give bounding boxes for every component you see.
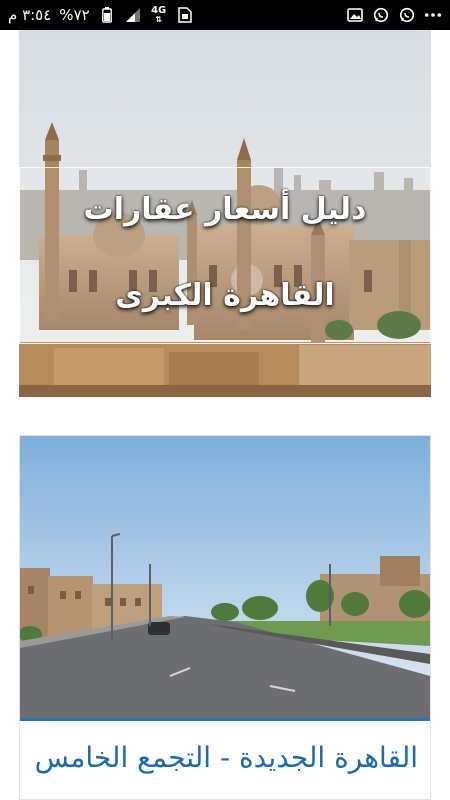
featured-headline-line2[interactable]: القاهرة الكبرى — [20, 278, 430, 313]
featured-article-card[interactable]: دليل أسعار عقارات القاهرة الكبرى — [19, 30, 431, 397]
photo-icon — [346, 6, 364, 24]
article-feed[interactable]: دليل أسعار عقارات القاهرة الكبرى القاهرة… — [0, 30, 450, 800]
featured-headline-line1[interactable]: دليل أسعار عقارات — [20, 192, 430, 227]
article-card[interactable]: القاهرة الجديدة - التجمع الخامس — [19, 435, 431, 800]
article-image-container[interactable] — [20, 436, 430, 718]
whatsapp-icon — [398, 6, 416, 24]
article-image — [20, 436, 430, 718]
battery-icon — [98, 6, 116, 24]
clock-time: ٣:٥٤ م — [8, 6, 52, 24]
status-bar: ٣:٥٤ م %٧٢ 4G ⇅ — [0, 0, 450, 30]
status-bar-right-group — [346, 0, 442, 30]
more-dots-icon — [424, 6, 442, 24]
signal-icon — [124, 6, 142, 24]
network-type: 4G — [151, 5, 167, 16]
battery-percent: %٧٢ — [59, 6, 90, 24]
network-4g-icon: 4G ⇅ — [151, 5, 167, 25]
article-title-link[interactable]: القاهرة الجديدة - التجمع الخامس — [30, 741, 418, 781]
status-bar-left-group: ٣:٥٤ م %٧٢ 4G ⇅ — [8, 0, 194, 30]
whatsapp-icon — [372, 6, 390, 24]
title-divider — [20, 718, 430, 721]
headline-overlay[interactable]: دليل أسعار عقارات القاهرة الكبرى — [19, 167, 431, 344]
sim-icon — [176, 6, 194, 24]
